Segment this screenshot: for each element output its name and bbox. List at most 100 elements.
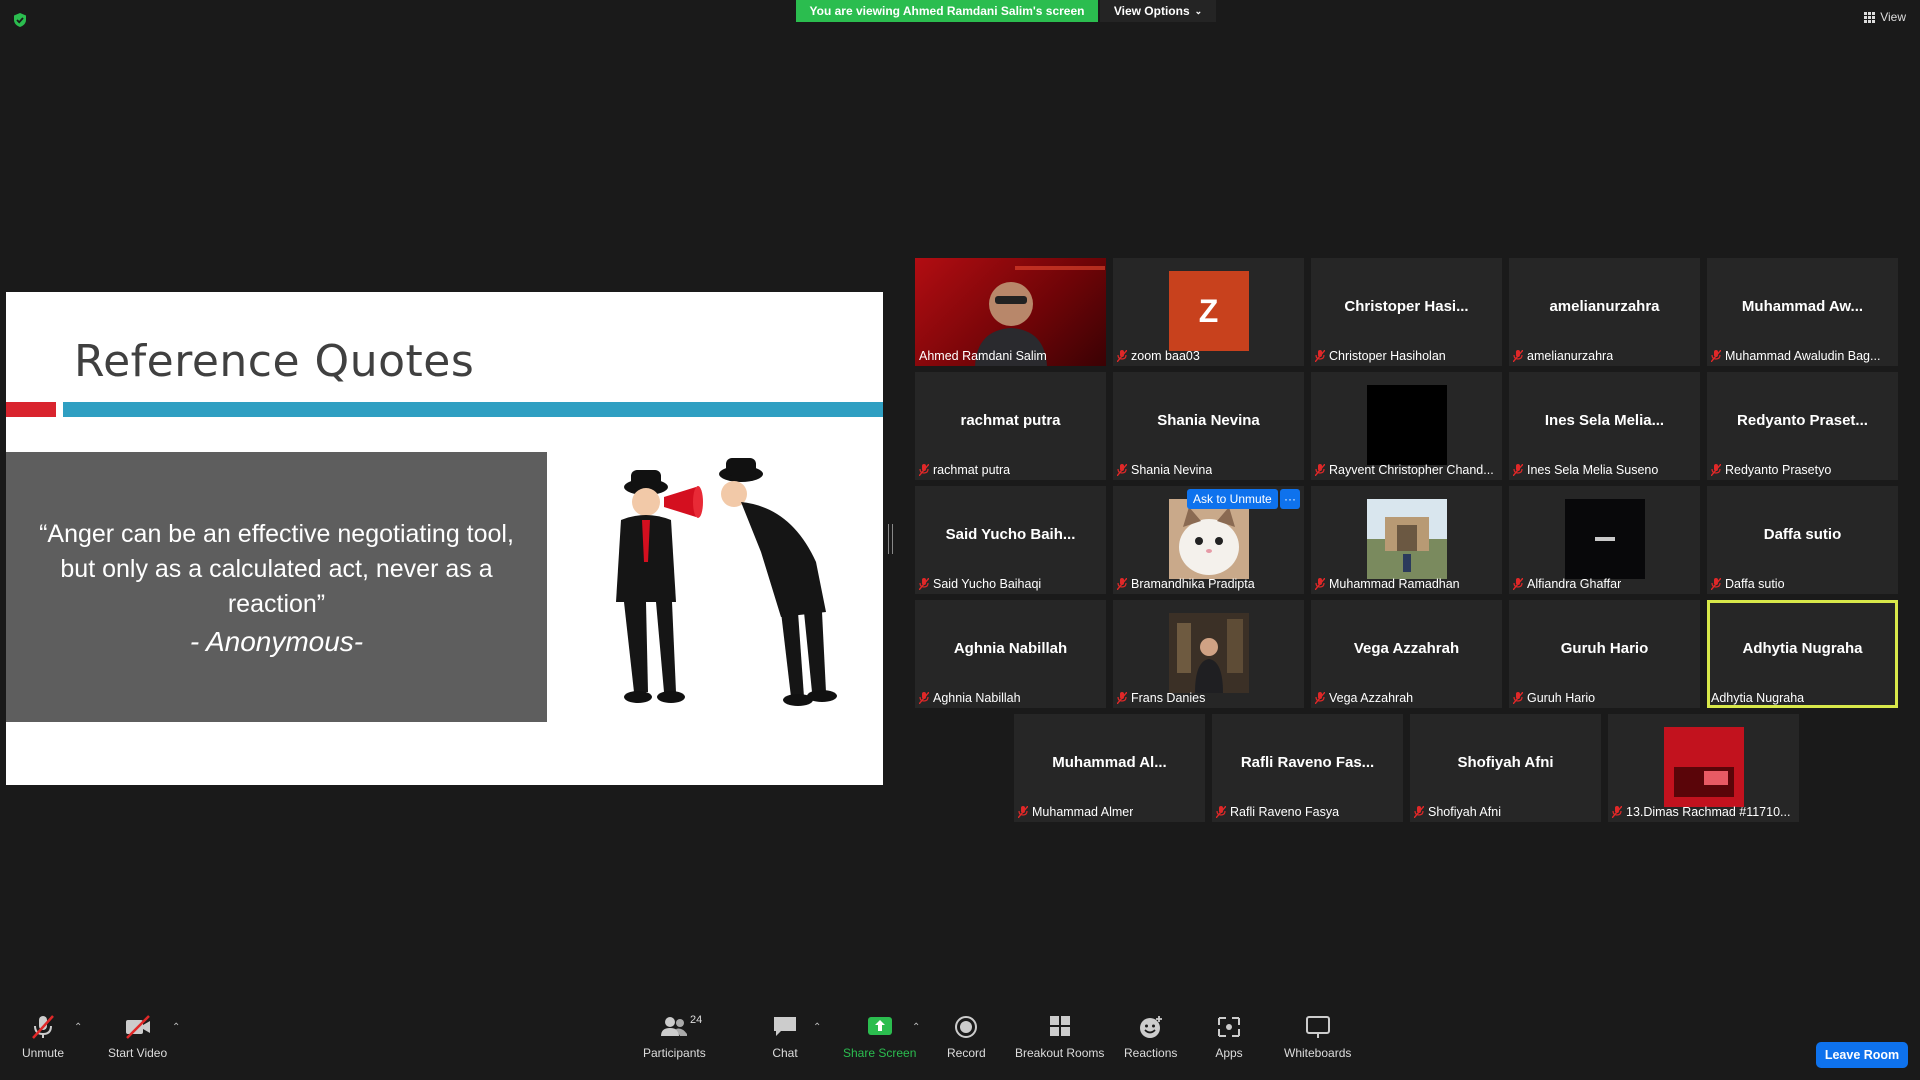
participant-tile[interactable]: Said Yucho Baih... Said Yucho Baihaqi	[915, 486, 1106, 594]
record-icon	[955, 1016, 978, 1038]
participant-tile[interactable]: Adhytia Nugraha Adhytia Nugraha	[1707, 600, 1898, 708]
share-screen-button[interactable]: Share Screen	[843, 1014, 916, 1060]
participant-name-label: Rafli Raveno Fasya	[1216, 805, 1339, 819]
participant-tile[interactable]: amelianurzahra amelianurzahra	[1509, 258, 1700, 366]
participant-tile[interactable]: Ahmed Ramdani Salim	[915, 258, 1106, 366]
apps-icon	[1218, 1017, 1240, 1037]
participant-tile[interactable]: Aghnia Nabillah Aghnia Nabillah	[915, 600, 1106, 708]
participant-display-name: Guruh Hario	[1560, 640, 1649, 657]
participant-display-name: Shofiyah Afni	[1457, 754, 1554, 771]
participant-name: Muhammad Ramadhan	[1329, 577, 1460, 591]
participant-name-label: Muhammad Awaludin Bag...	[1711, 349, 1880, 363]
participant-tile[interactable]: Frans Danies	[1113, 600, 1304, 708]
participant-display-name: amelianurzahra	[1549, 298, 1660, 315]
participant-name: Bramandhika Pradipta	[1131, 577, 1255, 591]
participant-name-label: Muhammad Almer	[1018, 805, 1133, 819]
participant-tile[interactable]: Guruh Hario Guruh Hario	[1509, 600, 1700, 708]
participant-name-label: Adhytia Nugraha	[1711, 691, 1804, 705]
unmute-button[interactable]: Unmute	[22, 1014, 64, 1060]
participant-name: Rayvent Christopher Chand...	[1329, 463, 1494, 477]
share-screen-icon	[867, 1017, 892, 1035]
participant-tile[interactable]: Muhammad Ramadhan	[1311, 486, 1502, 594]
participant-photo	[1564, 499, 1645, 579]
video-camera-off-icon	[125, 1015, 150, 1039]
apps-button[interactable]: Apps	[1215, 1014, 1243, 1060]
whiteboards-button[interactable]: Whiteboards	[1284, 1014, 1351, 1060]
participant-tile[interactable]: Rayvent Christopher Chand...	[1311, 372, 1502, 480]
mic-muted-icon	[1117, 692, 1127, 704]
ask-to-unmute-button[interactable]: Ask to Unmute	[1187, 489, 1278, 509]
mic-muted-icon	[1612, 806, 1622, 818]
participant-name-label: Muhammad Ramadhan	[1315, 577, 1460, 591]
meeting-toolbar: Unmute ⌃ Start Video ⌃ Participants 24 C…	[0, 1000, 1920, 1080]
participant-tile[interactable]: rachmat putra rachmat putra	[915, 372, 1106, 480]
participant-name-label: Said Yucho Baihaqi	[919, 577, 1041, 591]
participant-tile[interactable]: 13.Dimas Rachmad #11710...	[1608, 714, 1799, 822]
whiteboard-icon	[1305, 1016, 1330, 1038]
mic-muted-icon	[1414, 806, 1424, 818]
security-shield-icon[interactable]	[12, 12, 28, 28]
reactions-button[interactable]: Reactions	[1124, 1014, 1177, 1060]
participant-tile[interactable]: Redyanto Praset... Redyanto Prasetyo	[1707, 372, 1898, 480]
participants-label: Participants	[643, 1046, 706, 1060]
chat-options-chevron-icon[interactable]: ⌃	[813, 1022, 821, 1033]
mic-muted-icon	[1711, 578, 1721, 590]
participant-display-name: Ines Sela Melia...	[1544, 412, 1665, 429]
mic-muted-icon	[1117, 464, 1127, 476]
participant-tile[interactable]: Alfiandra Ghaffar	[1509, 486, 1700, 594]
mic-muted-icon	[1513, 464, 1523, 476]
participant-tile[interactable]: Rafli Raveno Fas... Rafli Raveno Fasya	[1212, 714, 1403, 822]
chat-button[interactable]: Chat	[771, 1014, 799, 1060]
participant-display-name: Adhytia Nugraha	[1742, 640, 1863, 657]
participant-name-label: 13.Dimas Rachmad #11710...	[1612, 805, 1790, 819]
participant-name: Guruh Hario	[1527, 691, 1596, 705]
viewing-screen-banner: You are viewing Ahmed Ramdani Salim's sc…	[796, 0, 1098, 22]
view-options-button[interactable]: View Options ⌄	[1100, 0, 1216, 22]
mic-muted-icon	[1513, 578, 1523, 590]
participant-display-name: Aghnia Nabillah	[953, 640, 1068, 657]
participant-tile[interactable]: Ines Sela Melia... Ines Sela Melia Suseno	[1509, 372, 1700, 480]
microphone-muted-icon	[32, 1015, 54, 1039]
record-button[interactable]: Record	[947, 1014, 986, 1060]
participant-name: rachmat putra	[933, 463, 1011, 477]
participant-name-label: Guruh Hario	[1513, 691, 1595, 705]
share-screen-label: Share Screen	[843, 1046, 917, 1060]
grid-icon	[1864, 11, 1876, 23]
participant-display-name: Muhammad Aw...	[1741, 298, 1864, 315]
participant-tile[interactable]: Muhammad Al... Muhammad Almer	[1014, 714, 1205, 822]
participant-tile[interactable]: Daffa sutio Daffa sutio	[1707, 486, 1898, 594]
start-video-label: Start Video	[108, 1046, 168, 1060]
mic-muted-icon	[1315, 464, 1325, 476]
participant-name: Muhammad Almer	[1032, 805, 1134, 819]
participant-name: Adhytia Nugraha	[1711, 691, 1805, 705]
more-options-button[interactable]: ···	[1280, 489, 1300, 509]
participant-tile[interactable]: Vega Azzahrah Vega Azzahrah	[1311, 600, 1502, 708]
participant-name-label: Christoper Hasiholan	[1315, 349, 1446, 363]
participant-name: Daffa sutio	[1725, 577, 1785, 591]
participant-tile[interactable]: Christoper Hasi... Christoper Hasiholan	[1311, 258, 1502, 366]
audio-options-chevron-icon[interactable]: ⌃	[74, 1022, 82, 1033]
participant-name: Aghnia Nabillah	[933, 691, 1021, 705]
participant-tile[interactable]: Zzoom baa03	[1113, 258, 1304, 366]
view-label: View	[1880, 10, 1906, 24]
participant-name-label: Aghnia Nabillah	[919, 691, 1021, 705]
video-options-chevron-icon[interactable]: ⌃	[172, 1022, 180, 1033]
participant-tile[interactable]: Shofiyah Afni Shofiyah Afni	[1410, 714, 1601, 822]
mic-muted-icon	[919, 692, 929, 704]
participant-tile[interactable]: Shania Nevina Shania Nevina	[1113, 372, 1304, 480]
view-layout-button[interactable]: View	[1864, 10, 1906, 24]
participant-name-label: Rayvent Christopher Chand...	[1315, 463, 1494, 477]
leave-room-button[interactable]: Leave Room	[1816, 1042, 1908, 1068]
panel-resize-handle[interactable]	[888, 524, 893, 554]
participant-avatar: Z	[1168, 271, 1249, 351]
breakout-rooms-button[interactable]: Breakout Rooms	[1015, 1014, 1104, 1060]
participant-display-name: Muhammad Al...	[1052, 754, 1167, 771]
slide-accent-red	[6, 402, 56, 417]
start-video-button[interactable]: Start Video	[108, 1014, 167, 1060]
mic-muted-icon	[1216, 806, 1226, 818]
participant-display-name: Vega Azzahrah	[1353, 640, 1460, 657]
share-options-chevron-icon[interactable]: ⌃	[912, 1022, 920, 1033]
participant-name-label: Vega Azzahrah	[1315, 691, 1413, 705]
chat-label: Chat	[772, 1046, 798, 1060]
participant-tile[interactable]: Muhammad Aw... Muhammad Awaludin Bag...	[1707, 258, 1898, 366]
